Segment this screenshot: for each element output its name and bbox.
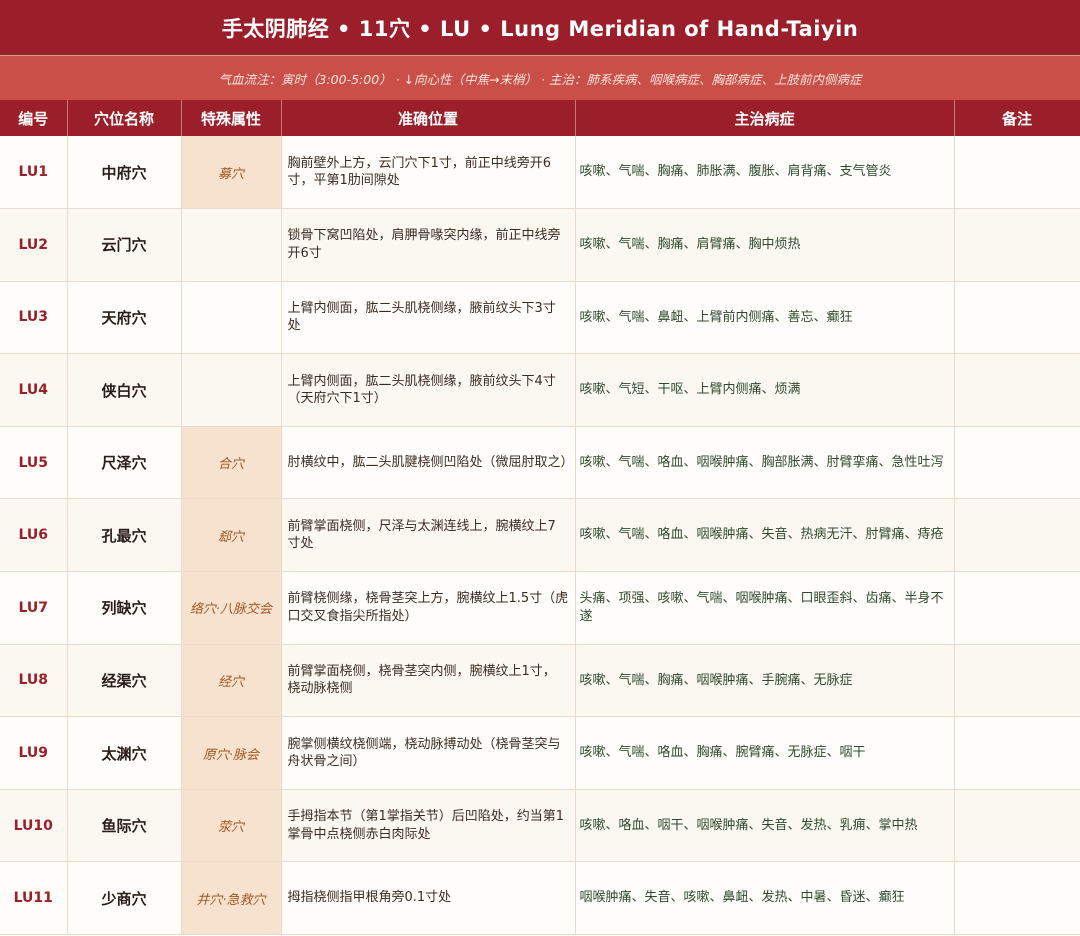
point-code: LU3: [0, 281, 68, 355]
point-attribute: 荥穴: [181, 789, 282, 863]
page-title: 手太阴肺经 • 11穴 • LU • Lung Meridian of Hand…: [0, 0, 1080, 56]
point-notes: [954, 789, 1080, 863]
point-location: 腕掌侧横纹桡侧端，桡动脉搏动处（桡骨茎突与舟状骨之间）: [281, 716, 576, 790]
point-name: 云门穴: [67, 208, 182, 282]
point-name: 经渠穴: [67, 644, 182, 718]
point-indications: 咳嗽、气喘、胸痛、咽喉肿痛、手腕痛、无脉症: [575, 644, 955, 718]
point-location: 上臂内侧面，肱二头肌桡侧缘，腋前纹头下3寸处: [281, 281, 576, 355]
header-code: 编号: [0, 100, 68, 136]
point-location: 肘横纹中，肱二头肌腱桡侧凹陷处（微屈肘取之）: [281, 426, 576, 500]
point-location: 上臂内侧面，肱二头肌桡侧缘，腋前纹头下4寸（天府穴下1寸）: [281, 353, 576, 427]
table-row: LU3 天府穴 上臂内侧面，肱二头肌桡侧缘，腋前纹头下3寸处 咳嗽、气喘、鼻衄、…: [0, 281, 1080, 355]
point-code: LU10: [0, 789, 68, 863]
point-attribute: 经穴: [181, 644, 282, 718]
table-row: LU7 列缺穴 络穴·八脉交会 前臂桡侧缘，桡骨茎突上方，腕横纹上1.5寸（虎口…: [0, 571, 1080, 645]
point-notes: [954, 136, 1080, 210]
point-attribute: 郄穴: [181, 498, 282, 573]
point-name: 太渊穴: [67, 716, 182, 790]
table-header-row: 编号 穴位名称 特殊属性 准确位置 主治病症 备注: [0, 100, 1080, 136]
point-code: LU6: [0, 498, 68, 573]
point-code: LU8: [0, 644, 68, 718]
point-name: 中府穴: [67, 136, 182, 210]
point-attribute: [181, 353, 282, 427]
point-attribute: [181, 281, 282, 355]
point-name: 侠白穴: [67, 353, 182, 427]
point-code: LU7: [0, 571, 68, 645]
table-row: LU11 少商穴 井穴·急救穴 拇指桡侧指甲根角旁0.1寸处 咽喉肿痛、失音、咳…: [0, 861, 1080, 936]
point-notes: [954, 571, 1080, 645]
point-name: 列缺穴: [67, 571, 182, 645]
point-indications: 咳嗽、气喘、咯血、胸痛、腕臂痛、无脉症、咽干: [575, 716, 955, 790]
point-name: 尺泽穴: [67, 426, 182, 500]
point-indications: 咳嗽、气喘、鼻衄、上臂前内侧痛、善忘、癫狂: [575, 281, 955, 355]
point-location: 拇指桡侧指甲根角旁0.1寸处: [281, 861, 576, 936]
point-notes: [954, 644, 1080, 718]
point-indications: 咽喉肿痛、失音、咳嗽、鼻衄、发热、中暑、昏迷、癫狂: [575, 861, 955, 936]
point-location: 前臂掌面桡侧，桡骨茎突内侧，腕横纹上1寸，桡动脉桡侧: [281, 644, 576, 718]
point-indications: 头痛、项强、咳嗽、气喘、咽喉肿痛、口眼歪斜、齿痛、半身不遂: [575, 571, 955, 645]
point-code: LU4: [0, 353, 68, 427]
header-attr: 特殊属性: [181, 100, 282, 136]
point-name: 少商穴: [67, 861, 182, 936]
point-notes: [954, 281, 1080, 355]
point-name: 天府穴: [67, 281, 182, 355]
point-attribute: 原穴·脉会: [181, 716, 282, 790]
point-code: LU2: [0, 208, 68, 282]
header-indications: 主治病症: [575, 100, 955, 136]
point-notes: [954, 353, 1080, 427]
point-code: LU9: [0, 716, 68, 790]
point-location: 胸前壁外上方，云门穴下1寸，前正中线旁开6寸，平第1肋间隙处: [281, 136, 576, 210]
point-attribute: 合穴: [181, 426, 282, 500]
point-indications: 咳嗽、气喘、胸痛、肺胀满、腹胀、肩背痛、支气管炎: [575, 136, 955, 210]
point-code: LU11: [0, 861, 68, 936]
point-name: 鱼际穴: [67, 789, 182, 863]
point-attribute: 募穴: [181, 136, 282, 210]
point-notes: [954, 861, 1080, 936]
table-row: LU4 侠白穴 上臂内侧面，肱二头肌桡侧缘，腋前纹头下4寸（天府穴下1寸） 咳嗽…: [0, 353, 1080, 427]
point-indications: 咳嗽、气短、干呕、上臂内侧痛、烦满: [575, 353, 955, 427]
point-notes: [954, 716, 1080, 790]
point-attribute: [181, 208, 282, 282]
table-row: LU9 太渊穴 原穴·脉会 腕掌侧横纹桡侧端，桡动脉搏动处（桡骨茎突与舟状骨之间…: [0, 716, 1080, 790]
page-subtitle: 气血流注：寅时（3:00-5:00） · ↓向心性（中焦→末梢） · 主治：肺系…: [0, 56, 1080, 100]
header-notes: 备注: [954, 100, 1080, 136]
point-attribute: 井穴·急救穴: [181, 861, 282, 936]
table-row: LU2 云门穴 锁骨下窝凹陷处，肩胛骨喙突内缘，前正中线旁开6寸 咳嗽、气喘、胸…: [0, 208, 1080, 282]
point-code: LU5: [0, 426, 68, 500]
table-row: LU8 经渠穴 经穴 前臂掌面桡侧，桡骨茎突内侧，腕横纹上1寸，桡动脉桡侧 咳嗽…: [0, 644, 1080, 718]
table-row: LU5 尺泽穴 合穴 肘横纹中，肱二头肌腱桡侧凹陷处（微屈肘取之） 咳嗽、气喘、…: [0, 426, 1080, 500]
header-name: 穴位名称: [67, 100, 182, 136]
point-notes: [954, 426, 1080, 500]
point-name: 孔最穴: [67, 498, 182, 573]
point-location: 手拇指本节（第1掌指关节）后凹陷处，约当第1掌骨中点桡侧赤白肉际处: [281, 789, 576, 863]
acupoint-table: 编号 穴位名称 特殊属性 准确位置 主治病症 备注 LU1 中府穴 募穴 胸前壁…: [0, 100, 1080, 936]
point-indications: 咳嗽、气喘、咯血、咽喉肿痛、胸部胀满、肘臂挛痛、急性吐泻: [575, 426, 955, 500]
point-attribute: 络穴·八脉交会: [181, 571, 282, 645]
table-row: LU10 鱼际穴 荥穴 手拇指本节（第1掌指关节）后凹陷处，约当第1掌骨中点桡侧…: [0, 789, 1080, 863]
table-row: LU6 孔最穴 郄穴 前臂掌面桡侧，尺泽与太渊连线上，腕横纹上7寸处 咳嗽、气喘…: [0, 498, 1080, 573]
point-indications: 咳嗽、气喘、胸痛、肩臂痛、胸中烦热: [575, 208, 955, 282]
point-location: 前臂掌面桡侧，尺泽与太渊连线上，腕横纹上7寸处: [281, 498, 576, 573]
point-notes: [954, 208, 1080, 282]
table-body: LU1 中府穴 募穴 胸前壁外上方，云门穴下1寸，前正中线旁开6寸，平第1肋间隙…: [0, 136, 1080, 936]
point-code: LU1: [0, 136, 68, 210]
point-location: 前臂桡侧缘，桡骨茎突上方，腕横纹上1.5寸（虎口交叉食指尖所指处）: [281, 571, 576, 645]
table-row: LU1 中府穴 募穴 胸前壁外上方，云门穴下1寸，前正中线旁开6寸，平第1肋间隙…: [0, 136, 1080, 210]
point-indications: 咳嗽、气喘、咯血、咽喉肿痛、失音、热病无汗、肘臂痛、痔疮: [575, 498, 955, 573]
point-notes: [954, 498, 1080, 573]
point-location: 锁骨下窝凹陷处，肩胛骨喙突内缘，前正中线旁开6寸: [281, 208, 576, 282]
point-indications: 咳嗽、咯血、咽干、咽喉肿痛、失音、发热、乳痈、掌中热: [575, 789, 955, 863]
header-location: 准确位置: [281, 100, 576, 136]
